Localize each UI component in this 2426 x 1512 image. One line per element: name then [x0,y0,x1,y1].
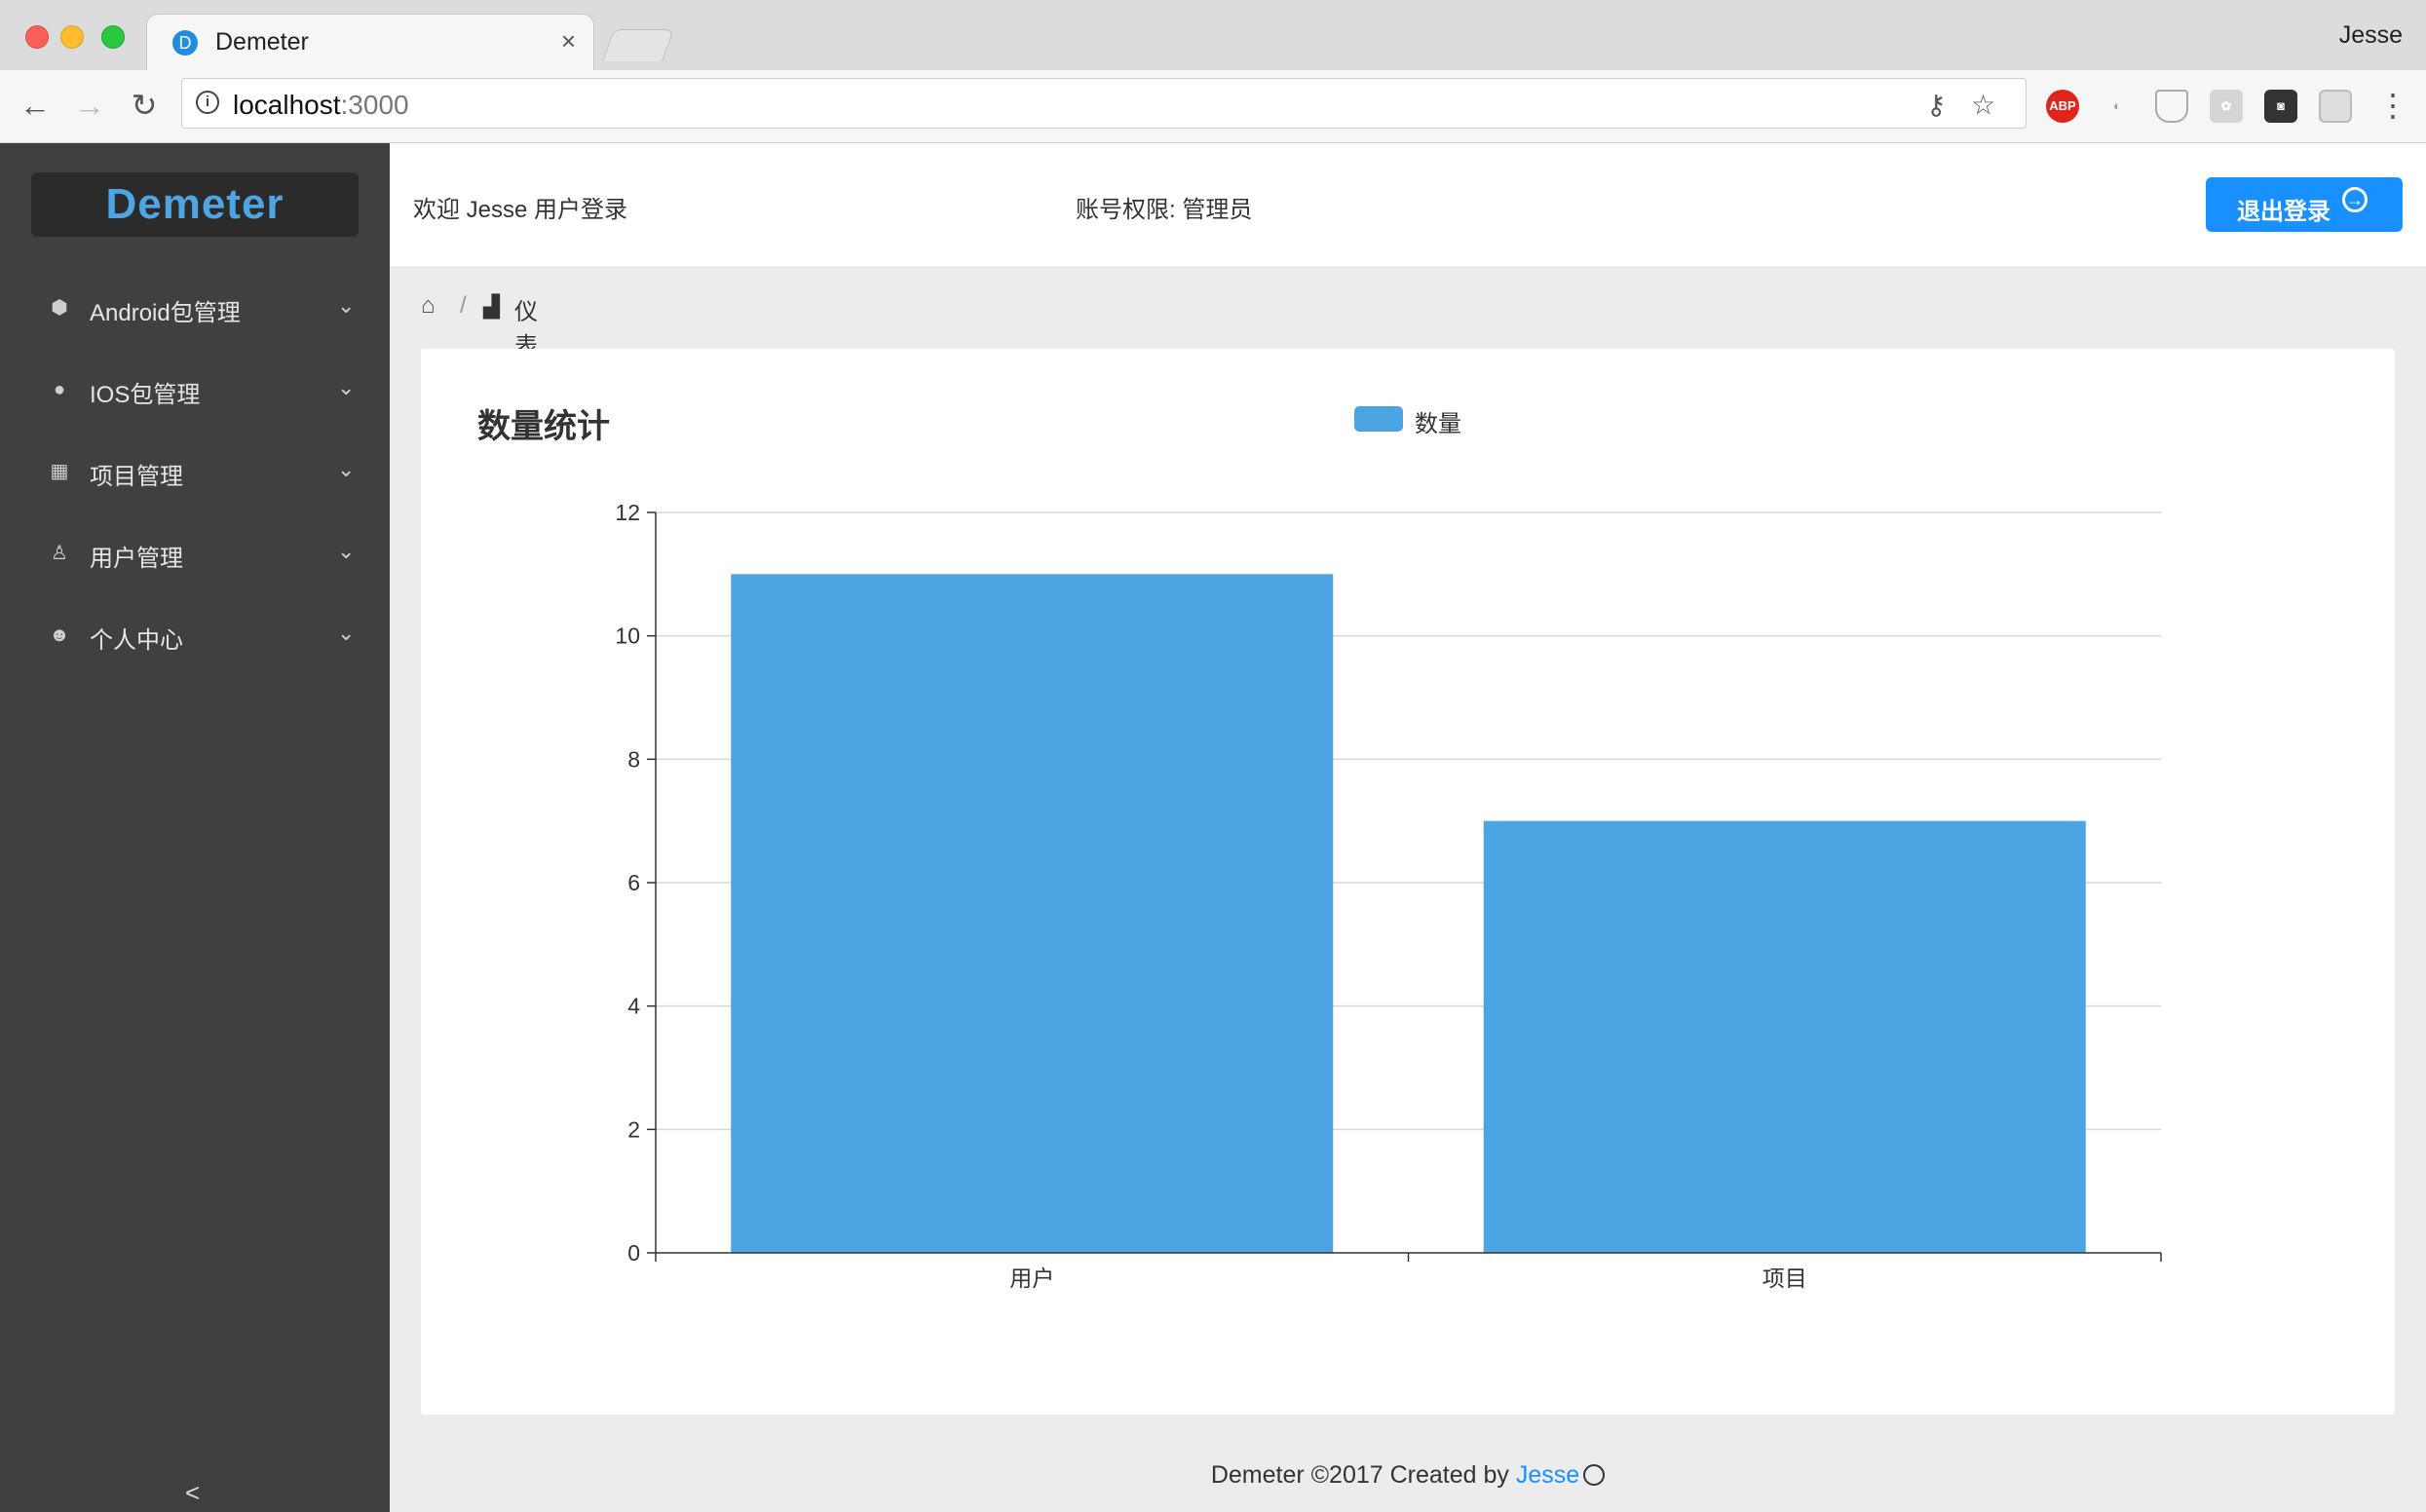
y-tick-label: 10 [615,624,640,649]
user-icon: ♙ [51,543,68,564]
info-icon[interactable]: i [196,91,219,114]
y-tick-label: 4 [627,994,640,1019]
new-tab-button[interactable] [601,29,675,61]
tab-title: Demeter [215,28,309,56]
x-tick-label: 项目 [1763,1266,1807,1291]
y-tick-label: 2 [627,1116,640,1142]
grid-icon: ▦ [50,461,69,482]
y-tick-label: 6 [627,870,640,895]
sidebar-item-label: IOS包管理 [90,382,201,408]
android-icon: ⬢ [51,297,68,319]
permission-text: 账号权限: 管理员 [1076,197,1253,223]
maximize-window-button[interactable] [101,25,125,49]
y-tick-label: 12 [615,500,640,525]
chevron-down-icon: ⌄ [337,457,356,481]
reload-icon[interactable]: ↻ [127,88,162,123]
shield-icon[interactable] [2155,90,2188,123]
glasses-icon[interactable]: ◙ [2264,90,2297,123]
y-tick-label: 8 [627,746,640,772]
back-icon[interactable]: ← [18,88,53,123]
sidebar-item-profile[interactable]: ☻ 个人中心 ⌄ [0,601,390,669]
sidebar-item-android[interactable]: ⬢ Android包管理 ⌄ [0,274,390,342]
close-window-button[interactable] [25,25,49,49]
logout-button[interactable]: 退出登录 → [2206,177,2403,232]
sidebar-item-projects[interactable]: ▦ 项目管理 ⌄ [0,437,390,506]
key-icon[interactable]: ⚷ [1926,89,1947,121]
footer-text: Demeter ©2017 Created by [1210,1461,1516,1489]
layout-icon[interactable] [2319,90,2352,123]
sidebar: Demeter ⬢ Android包管理 ⌄ ● IOS包管理 ⌄ ▦ 项目管理… [0,143,390,1512]
adblock-icon[interactable]: ABP [2046,90,2079,123]
smile-icon: ☻ [49,624,70,646]
chevron-down-icon: ⌄ [337,621,356,645]
x-tick-label: 用户 [1009,1266,1054,1291]
chevron-down-icon: ⌄ [337,293,356,318]
sidebar-item-label: 用户管理 [90,546,183,572]
author-link[interactable]: Jesse [1516,1461,1579,1489]
breadcrumb-separator: / [460,292,467,319]
logout-icon: → [2342,187,2368,212]
sidebar-item-label: Android包管理 [90,300,241,326]
y-tick-label: 0 [627,1240,640,1266]
bar[interactable] [1483,820,2086,1253]
browser-toolbar: ← → ↻ i localhost:3000 ⚷ ☆ ABP ◐ ✿ ◙ ⋮ [0,70,2426,143]
footer: Demeter ©2017 Created by Jesse [390,1461,2426,1490]
browser-tab[interactable]: D Demeter × [146,14,594,70]
address-bar[interactable]: i localhost:3000 ⚷ ☆ [181,78,2027,129]
close-tab-icon[interactable]: × [561,26,576,57]
minimize-window-button[interactable] [60,25,84,49]
bookmark-star-icon[interactable]: ☆ [1971,89,1995,121]
url-text[interactable]: localhost:3000 [233,90,409,121]
profile-name[interactable]: Jesse [2339,21,2403,50]
browser-menu-icon[interactable]: ⋮ [2375,88,2410,123]
favicon-icon: D [172,30,198,56]
logout-label: 退出登录 [2237,199,2331,225]
forward-icon[interactable]: → [72,88,107,123]
sidebar-item-label: 个人中心 [90,627,183,654]
sidebar-collapse-icon[interactable]: < [185,1478,200,1508]
sidebar-item-users[interactable]: ♙ 用户管理 ⌄ [0,519,390,587]
stats-card: 数量统计 数量 0 2 4 6 8 10 12 用户 项目 [421,349,2395,1415]
extension-swirl-icon[interactable]: ◐ [2101,90,2134,123]
top-header: 欢迎 Jesse 用户登录 账号权限: 管理员 退出登录 → [390,143,2426,266]
welcome-text: 欢迎 Jesse 用户登录 [413,197,628,223]
bar-chart: 0 2 4 6 8 10 12 用户 项目 [615,500,2162,1291]
bar[interactable] [731,574,1334,1253]
browser-tab-bar: D Demeter × Jesse [0,0,2426,70]
chevron-down-icon: ⌄ [337,375,356,399]
sidebar-item-ios[interactable]: ● IOS包管理 ⌄ [0,356,390,424]
apple-icon: ● [53,379,66,400]
paw-icon[interactable]: ✿ [2210,90,2243,123]
chevron-down-icon: ⌄ [337,539,356,563]
github-icon[interactable] [1583,1464,1606,1486]
area-chart-icon: ▟ [483,294,500,319]
logo[interactable]: Demeter [31,172,359,237]
home-icon[interactable]: ⌂ [421,292,436,320]
sidebar-item-label: 项目管理 [90,464,183,490]
